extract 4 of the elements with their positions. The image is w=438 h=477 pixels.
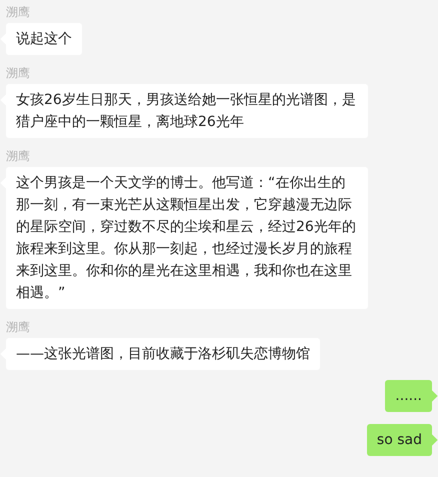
sender-name: 溯鹰	[6, 65, 30, 81]
sender-name: 溯鹰	[6, 148, 30, 164]
sender-name: 溯鹰	[6, 319, 30, 335]
sender-name: 溯鹰	[6, 4, 30, 20]
